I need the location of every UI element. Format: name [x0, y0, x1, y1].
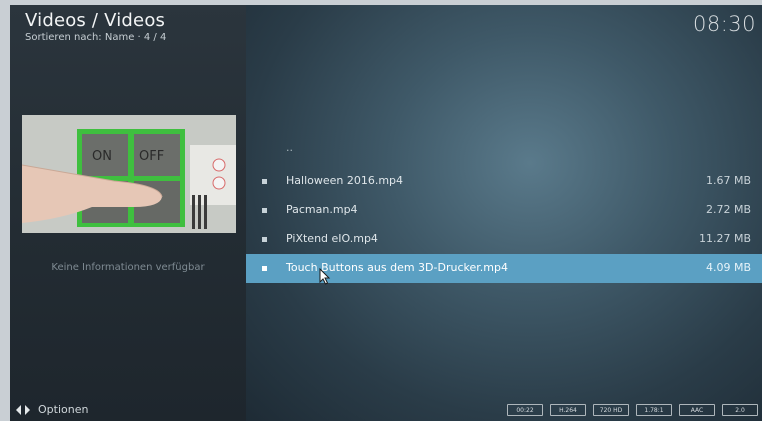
bullet-icon — [262, 208, 267, 213]
sort-info[interactable]: Sortieren nach: Name · 4 / 4 — [25, 32, 166, 43]
video-thumbnail: ON OFF — [22, 115, 236, 233]
badge-aspect-ratio: 1.78:1 — [636, 404, 672, 416]
thumbnail-label-on: ON — [92, 149, 112, 164]
file-name: PiXtend eIO.mp4 — [286, 232, 378, 245]
page-title: Videos / Videos — [25, 10, 166, 31]
arrows-left-right-icon — [16, 404, 30, 415]
file-size: 11.27 MB — [698, 232, 751, 245]
bullet-icon — [262, 266, 267, 271]
badge-video-codec: H.264 — [550, 404, 586, 416]
media-info-badges: 00:22 H.264 720 HD 1.78:1 AAC 2.0 — [507, 404, 758, 416]
thumbnail-label-off: OFF — [139, 149, 164, 164]
window-frame-left — [0, 0, 10, 421]
options-button[interactable]: Optionen — [16, 403, 88, 416]
file-name: Pacman.mp4 — [286, 203, 358, 216]
file-size: 4.09 MB — [705, 261, 751, 274]
file-name: Halloween 2016.mp4 — [286, 174, 404, 187]
badge-duration: 00:22 — [507, 404, 543, 416]
clock: 08:30 — [692, 12, 756, 36]
badge-resolution: 720 HD — [593, 404, 629, 416]
bullet-icon — [262, 237, 267, 242]
list-item[interactable]: Halloween 2016.mp4 1.67 MB — [246, 167, 762, 196]
file-size: 2.72 MB — [705, 203, 751, 216]
parent-folder-item[interactable]: .. — [246, 138, 762, 167]
kodi-video-browser: Videos / Videos Sortieren nach: Name · 4… — [0, 0, 762, 421]
no-info-text: Keine Informationen verfügbar — [51, 262, 205, 273]
badge-audio-channels: 2.0 — [722, 404, 758, 416]
badge-audio-codec: AAC — [679, 404, 715, 416]
parent-folder-label: .. — [286, 141, 293, 154]
file-list: .. Halloween 2016.mp4 1.67 MB Pacman.mp4… — [246, 138, 762, 283]
list-item[interactable]: Pacman.mp4 2.72 MB — [246, 196, 762, 225]
list-item[interactable]: PiXtend eIO.mp4 11.27 MB — [246, 225, 762, 254]
options-label: Optionen — [38, 403, 89, 416]
bullet-icon — [262, 179, 267, 184]
file-size: 1.67 MB — [705, 174, 751, 187]
mouse-cursor-icon — [319, 268, 331, 285]
